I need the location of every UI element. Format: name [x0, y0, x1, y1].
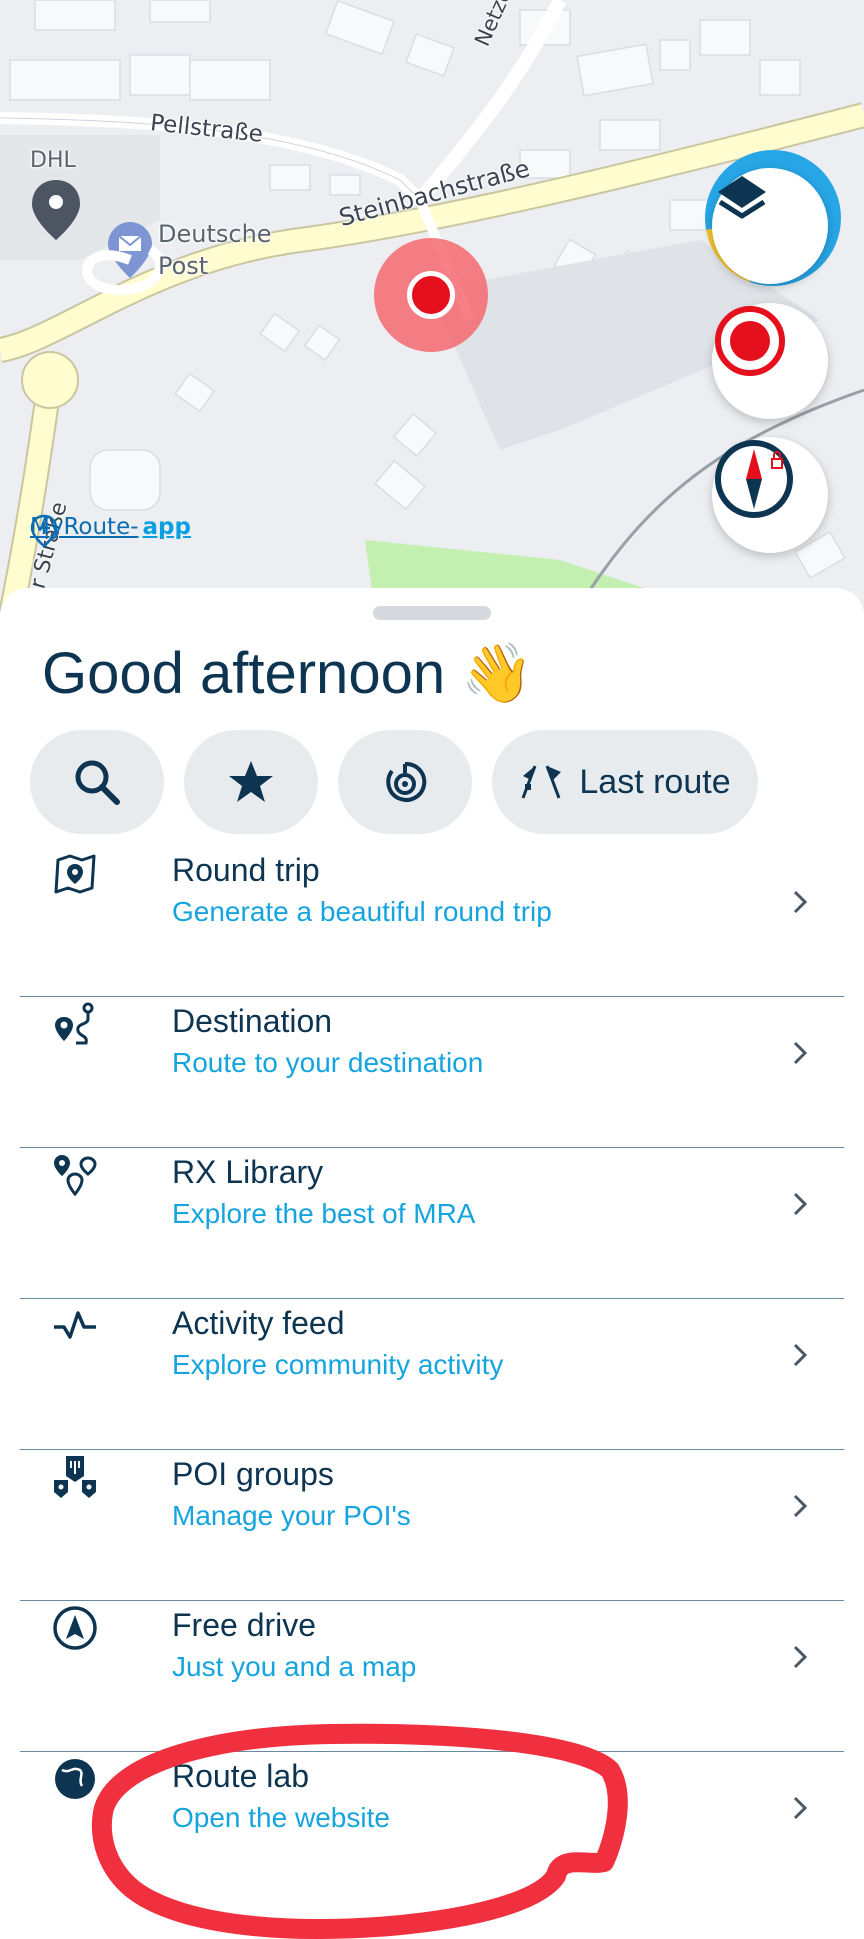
location-target-icon	[386, 761, 427, 802]
last-route-chip[interactable]: Last route	[492, 730, 758, 834]
star-icon	[229, 761, 273, 802]
menu-item-title: POI groups	[172, 1456, 334, 1492]
current-location-marker	[374, 238, 488, 352]
menu-item-subtitle: Open the website	[172, 1802, 390, 1833]
menu-item-free-drive[interactable]: Free drive Just you and a map	[20, 1601, 844, 1752]
location-chip[interactable]	[338, 730, 472, 834]
menu-item-title: Activity feed	[172, 1305, 345, 1341]
record-button[interactable]	[712, 303, 828, 419]
chevron-right-icon	[793, 1343, 808, 1367]
poi-label-line1: Deutsche	[158, 220, 272, 248]
menu-item-activity-feed[interactable]: Activity feed Explore community activity	[20, 1299, 844, 1450]
menu-item-subtitle: Route to your destination	[172, 1047, 484, 1078]
menu-item-title: RX Library	[172, 1154, 324, 1190]
record-icon	[715, 306, 785, 376]
library-pins-icon	[54, 1155, 97, 1197]
bottom-sheet: Good afternoon 👋 Last route Round trip G…	[0, 588, 864, 1939]
compass-button[interactable]	[712, 437, 828, 553]
attribution-brand-app: app	[142, 514, 191, 540]
menu-item-subtitle: Generate a beautiful round trip	[172, 896, 552, 927]
menu-item-title: Route lab	[172, 1758, 309, 1794]
search-chip[interactable]	[30, 730, 164, 834]
menu-item-rx-library[interactable]: RX Library Explore the best of MRA	[20, 1148, 844, 1299]
checkered-flags-icon	[521, 765, 562, 799]
poi-label-deutsche-post: Deutsche Post	[158, 218, 272, 282]
chevron-right-icon	[793, 1494, 808, 1518]
menu-item-title: Free drive	[172, 1607, 317, 1643]
last-route-label: Last route	[579, 762, 731, 801]
chevron-right-icon	[793, 890, 808, 914]
menu-item-route-lab[interactable]: Route lab Open the website	[20, 1752, 844, 1903]
destination-icon	[55, 1002, 94, 1045]
map-attribution[interactable]: MyRoute-app	[30, 514, 191, 548]
map-pin-plus-icon	[30, 514, 58, 548]
location-dot	[407, 271, 455, 319]
chevron-right-icon	[793, 1796, 808, 1820]
chevron-right-icon	[793, 1192, 808, 1216]
chevron-right-icon	[793, 1645, 808, 1669]
menu-item-destination[interactable]: Destination Route to your destination	[20, 997, 844, 1148]
navigation-arrow-icon	[53, 1606, 97, 1650]
main-menu: Round trip Generate a beautiful round tr…	[20, 846, 844, 1903]
menu-item-subtitle: Manage your POI's	[172, 1500, 411, 1531]
menu-item-round-trip[interactable]: Round trip Generate a beautiful round tr…	[20, 846, 844, 997]
menu-item-subtitle: Just you and a map	[172, 1651, 417, 1682]
activity-pulse-icon	[54, 1311, 96, 1339]
greeting-title: Good afternoon 👋	[42, 641, 534, 706]
globe-icon	[55, 1759, 95, 1799]
layers-icon	[718, 176, 766, 219]
menu-item-subtitle: Explore the best of MRA	[172, 1198, 476, 1229]
menu-item-title: Destination	[172, 1003, 333, 1039]
quick-actions: Last route	[30, 730, 758, 834]
chevron-right-icon	[793, 1041, 808, 1065]
favorites-chip[interactable]	[184, 730, 318, 834]
poi-label-line2: Post	[158, 252, 209, 280]
search-icon	[75, 760, 120, 805]
menu-item-title: Round trip	[172, 852, 320, 888]
sheet-drag-handle[interactable]	[373, 606, 491, 620]
menu-item-subtitle: Explore community activity	[172, 1349, 504, 1380]
poi-groups-icon	[54, 1456, 96, 1498]
layers-button[interactable]	[712, 168, 828, 284]
round-trip-icon	[54, 854, 96, 894]
compass-icon	[715, 440, 793, 518]
poi-label-dhl: DHL	[30, 148, 76, 173]
map-view[interactable]: Pellstraße Netzerstraße Steinbachstraße …	[0, 0, 864, 620]
menu-item-poi-groups[interactable]: POI groups Manage your POI's	[20, 1450, 844, 1601]
